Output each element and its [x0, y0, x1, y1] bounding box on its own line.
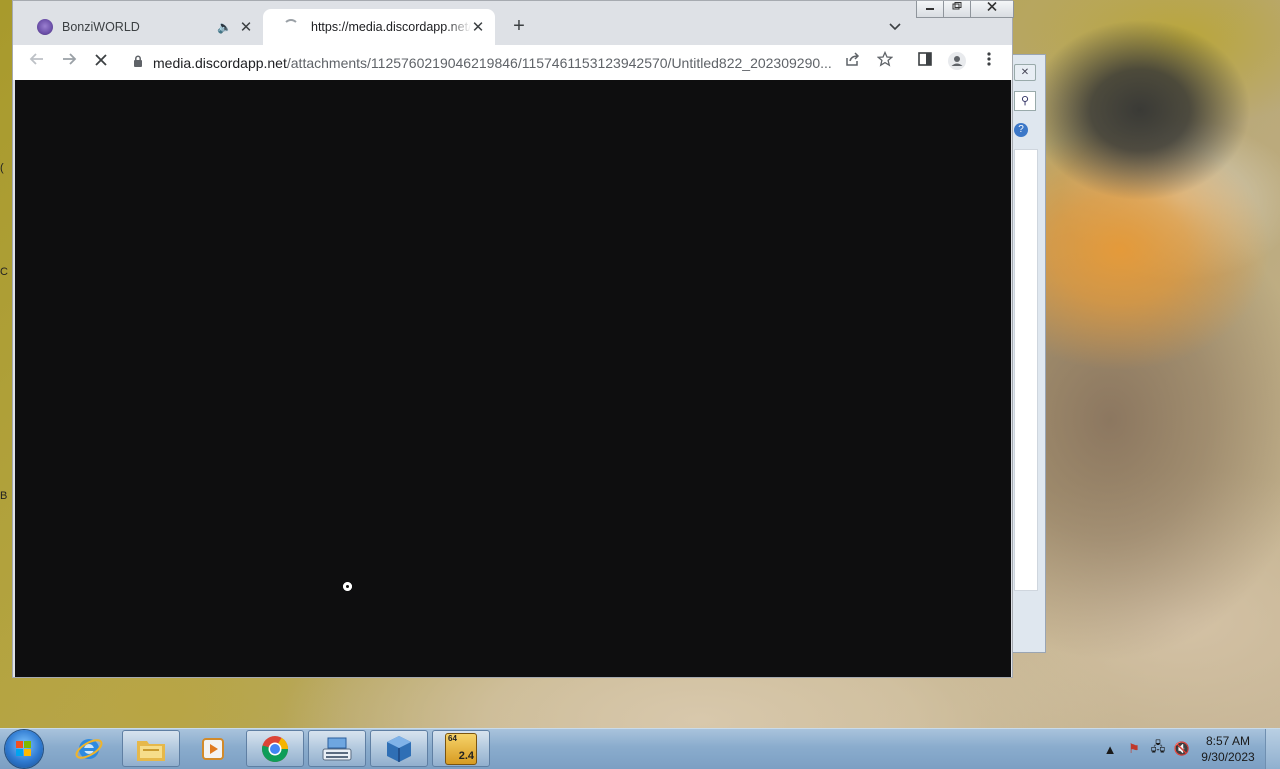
browser-toolbar: media.discordapp.net/attachments/1125760… — [13, 45, 1012, 80]
app-badge-top: 64 — [448, 733, 457, 743]
folder-icon — [137, 740, 165, 761]
tab-title: BonziWORLD — [62, 20, 140, 34]
background-window-panel — [1014, 149, 1038, 591]
url-host: media.discordapp.net — [153, 54, 287, 71]
action-center-flag-icon[interactable]: ⚑ — [1122, 741, 1146, 757]
bookmark-star-icon — [876, 50, 894, 67]
lock-icon[interactable] — [133, 55, 153, 70]
speaker-icon[interactable]: 🔈 — [217, 20, 233, 34]
tab-search-chevron-icon[interactable] — [885, 15, 905, 39]
notification-area: ▲ ⚑ 🖧 🔇 — [1098, 729, 1194, 769]
mouse-cursor-icon — [343, 582, 352, 591]
url-path: /attachments/1125760219046219846/1157461… — [286, 54, 832, 71]
close-tab-icon[interactable]: ✕ — [471, 18, 485, 36]
show-hidden-icons-icon[interactable]: ▲ — [1098, 742, 1122, 757]
chrome-menu-button[interactable] — [977, 51, 1001, 75]
side-panel-icon — [918, 52, 932, 66]
side-panel-button[interactable] — [913, 51, 937, 75]
taskbar-internet-explorer[interactable] — [60, 730, 118, 767]
share-button[interactable] — [841, 51, 865, 75]
media-player-icon — [202, 737, 224, 760]
forward-arrow-icon — [63, 53, 77, 65]
close-window-button[interactable] — [970, 1, 1014, 18]
clock-time: 8:57 AM — [1205, 734, 1251, 748]
help-icon[interactable]: ? — [1014, 123, 1028, 137]
address-bar[interactable]: media.discordapp.net/attachments/1125760… — [125, 49, 837, 76]
forward-button[interactable] — [57, 51, 81, 75]
virtualbox-icon — [387, 735, 411, 762]
page-content-viewport[interactable] — [15, 80, 1011, 677]
minimize-icon — [926, 8, 934, 10]
taskbar-chrome[interactable] — [246, 730, 304, 767]
restore-icon — [952, 2, 962, 10]
tab-title: https://media.discordapp.net/attachments… — [311, 20, 471, 34]
profile-button[interactable] — [945, 51, 969, 75]
internet-explorer-icon — [75, 738, 103, 759]
volume-muted-icon[interactable]: 🔇 — [1170, 741, 1194, 757]
close-icon — [987, 1, 997, 12]
app-badge-icon: 64 2.4 — [445, 732, 477, 765]
show-desktop-button[interactable] — [1265, 729, 1280, 769]
taskbar-game-app[interactable]: 64 2.4 — [432, 730, 490, 767]
close-icon[interactable]: ✕ — [1014, 64, 1036, 81]
share-icon — [846, 52, 860, 66]
taskbar: 64 2.4 ▲ ⚑ 🖧 🔇 8:57 AM 9/30/2023 — [0, 728, 1280, 769]
back-arrow-icon — [29, 53, 43, 65]
bookmark-button[interactable] — [873, 50, 897, 75]
taskbar-file-explorer[interactable] — [122, 730, 180, 767]
background-window[interactable]: ✕ ⚲ ? — [1012, 54, 1046, 653]
chevron-down-icon — [889, 23, 901, 31]
bonziworld-favicon-icon — [37, 19, 53, 35]
window-controls — [916, 1, 1014, 19]
profile-icon — [948, 52, 966, 70]
taskbar-virtualbox[interactable] — [370, 730, 428, 767]
tab-bonziworld[interactable]: BonziWORLD 🔈 ✕ — [17, 9, 263, 45]
back-button[interactable] — [25, 51, 49, 75]
windows-logo-icon — [16, 741, 32, 757]
tab-discord-attachment[interactable]: https://media.discordapp.net/attachments… — [263, 9, 495, 45]
restore-button[interactable] — [943, 1, 971, 18]
network-icon[interactable]: 🖧 — [1146, 738, 1170, 760]
taskbar-media-center[interactable] — [184, 730, 242, 767]
system-clock[interactable]: 8:57 AM 9/30/2023 — [1196, 733, 1260, 765]
stop-loading-button[interactable] — [89, 51, 113, 75]
menu-icon — [987, 52, 991, 66]
app-badge-bottom: 2.4 — [458, 749, 474, 762]
keyboard-icon — [322, 737, 352, 760]
stop-icon — [95, 54, 107, 66]
taskbar-on-screen-keyboard[interactable] — [308, 730, 366, 767]
search-icon[interactable]: ⚲ — [1014, 91, 1036, 111]
start-button[interactable] — [5, 730, 43, 768]
chrome-icon — [262, 735, 289, 762]
clock-date: 9/30/2023 — [1201, 750, 1255, 764]
new-tab-button[interactable]: + — [507, 15, 531, 39]
tab-strip: BonziWORLD 🔈 ✕ https://media.discordapp.… — [13, 1, 1014, 45]
chrome-browser-window: BonziWORLD 🔈 ✕ https://media.discordapp.… — [12, 0, 1014, 678]
loading-spinner-icon — [283, 19, 299, 35]
minimize-button[interactable] — [916, 1, 944, 18]
close-tab-icon[interactable]: ✕ — [239, 18, 253, 36]
